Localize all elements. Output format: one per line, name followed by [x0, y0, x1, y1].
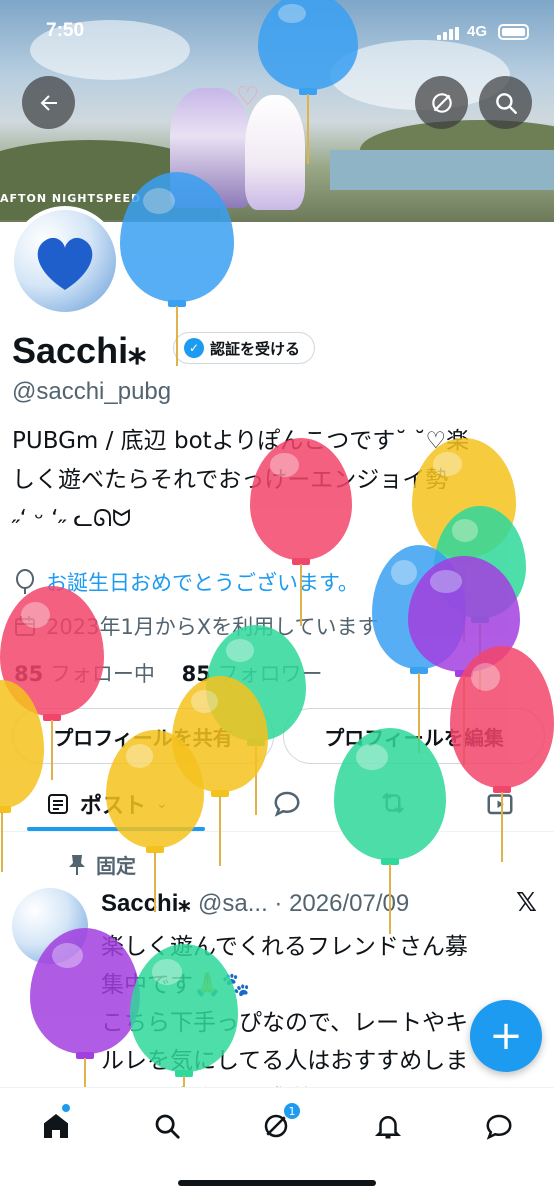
battery-icon [498, 24, 529, 40]
home-indicator [178, 1180, 376, 1186]
nav-messages[interactable] [479, 1106, 519, 1146]
notification-badge: 1 [283, 1102, 301, 1120]
posts-icon [48, 794, 68, 814]
balloon [0, 680, 44, 872]
back-button[interactable] [22, 76, 75, 129]
balloon [334, 728, 446, 934]
nav-search[interactable] [147, 1106, 187, 1146]
search-icon [155, 1114, 180, 1139]
network-label: 4G [467, 23, 488, 40]
bell-icon [374, 1116, 402, 1139]
balloon [258, 0, 358, 164]
heart-cloud-image [37, 237, 93, 290]
signal-icon [437, 27, 459, 40]
compose-button[interactable]: + [470, 1000, 542, 1072]
home-icon [44, 1114, 68, 1138]
grok-button[interactable] [415, 76, 468, 129]
status-time: 7:50 [46, 20, 85, 41]
nav-home[interactable] [36, 1104, 76, 1146]
plus-icon: + [489, 1013, 523, 1059]
profile-avatar[interactable] [10, 206, 120, 316]
nav-grok[interactable]: 1 [256, 1102, 301, 1146]
back-arrow-icon [40, 94, 57, 111]
balloon [250, 438, 352, 626]
profile-handle: @sacchi_pubg [12, 378, 172, 405]
search-button[interactable] [479, 76, 532, 129]
message-icon [486, 1114, 512, 1140]
nav-notifications[interactable] [368, 1106, 408, 1146]
balloon [106, 730, 204, 912]
pin-icon [69, 854, 85, 875]
search-icon [495, 92, 517, 114]
more-icon [431, 92, 452, 113]
home-dot [62, 1104, 70, 1112]
balloon [120, 172, 234, 366]
balloon [450, 646, 554, 862]
x-logo-icon[interactable]: 𝕏 [516, 888, 537, 918]
